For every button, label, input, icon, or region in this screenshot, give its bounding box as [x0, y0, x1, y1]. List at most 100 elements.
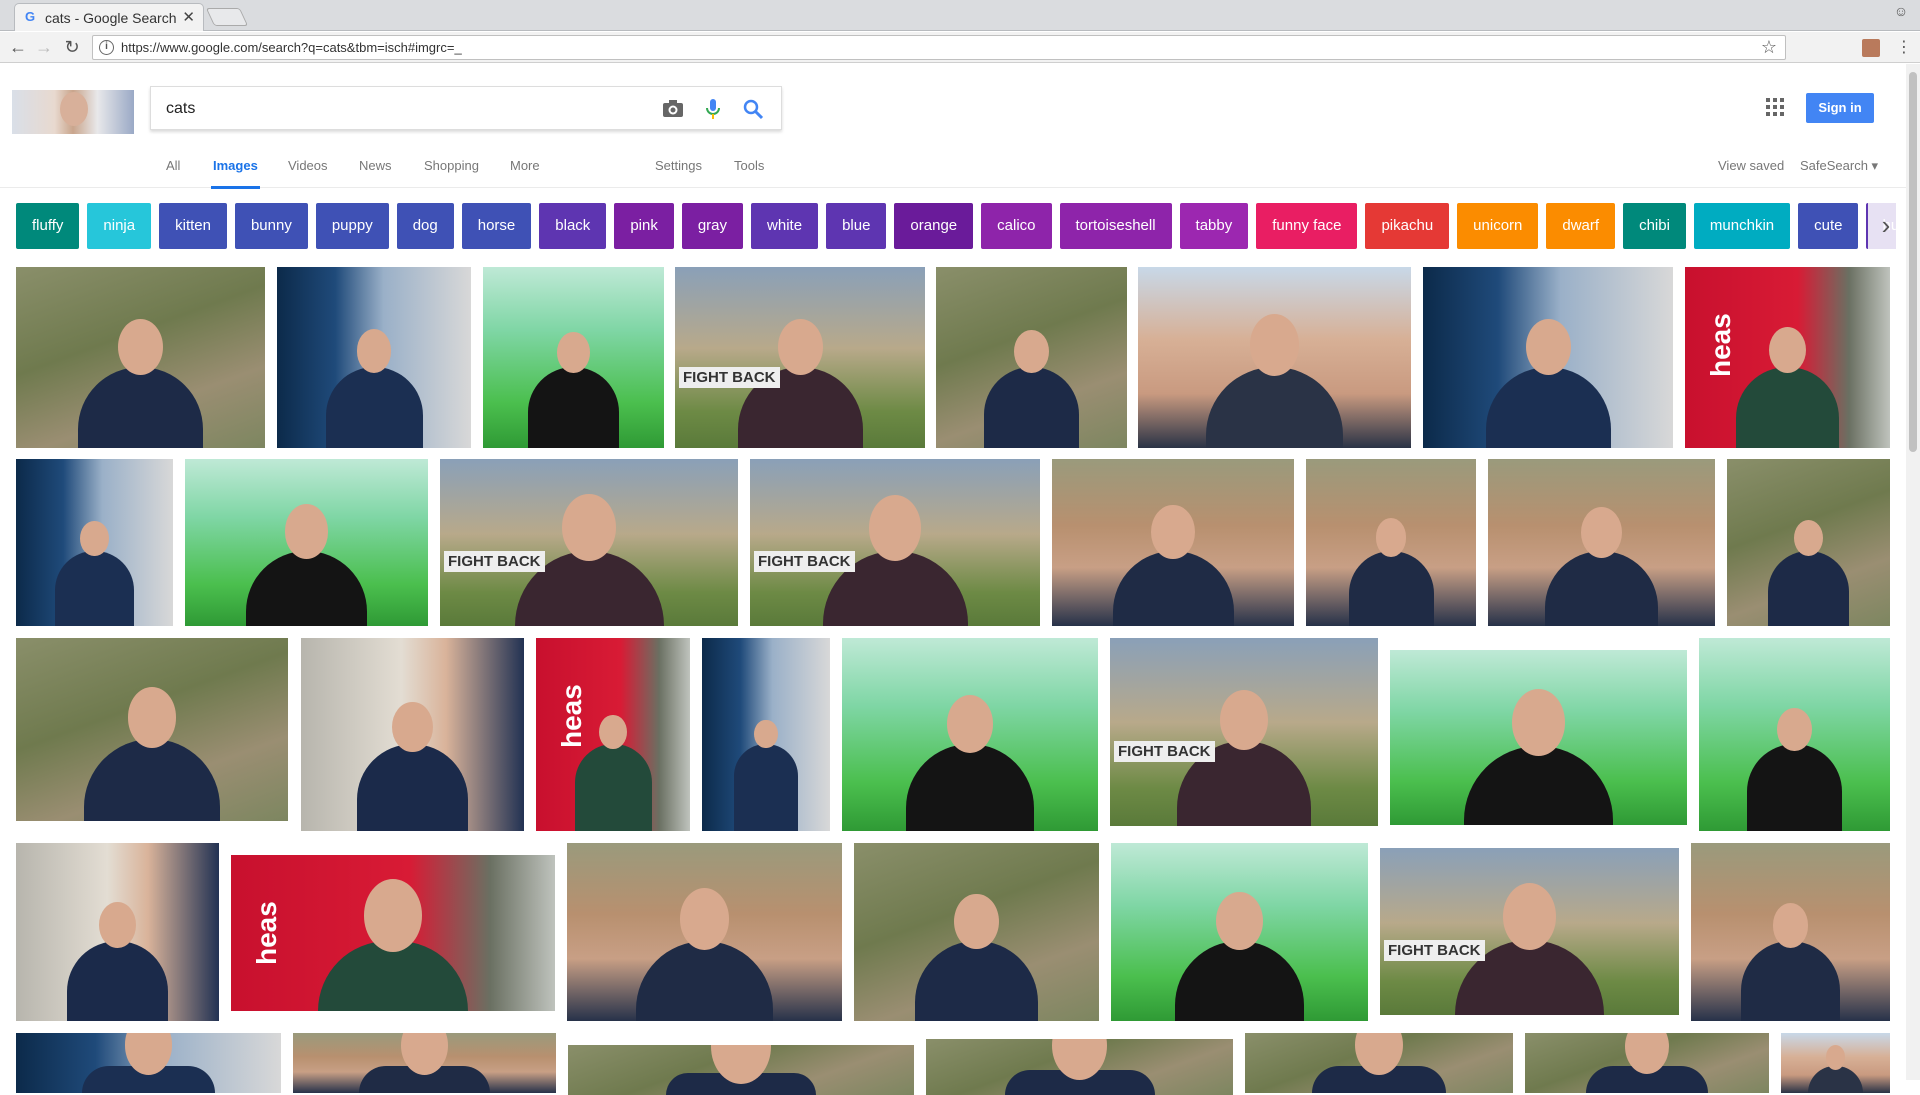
image-result-thumbnail[interactable]: [1306, 459, 1476, 626]
tab-tools[interactable]: Tools: [734, 158, 764, 173]
image-result-thumbnail[interactable]: [1525, 1033, 1769, 1093]
image-result-thumbnail[interactable]: [568, 1045, 914, 1095]
image-result-thumbnail[interactable]: [1691, 843, 1890, 1021]
tab-settings[interactable]: Settings: [655, 158, 702, 173]
image-result-thumbnail[interactable]: [16, 843, 219, 1021]
related-chip[interactable]: ninja: [87, 203, 151, 249]
image-result-thumbnail[interactable]: [1138, 267, 1411, 448]
related-chip[interactable]: black: [539, 203, 606, 249]
image-result-thumbnail[interactable]: [16, 638, 288, 821]
camera-icon[interactable]: [661, 97, 685, 121]
tab-images[interactable]: Images: [213, 158, 258, 173]
chevron-right-icon[interactable]: ›: [1868, 203, 1904, 249]
image-result-thumbnail[interactable]: [1699, 638, 1890, 831]
safesearch-dropdown[interactable]: SafeSearch ▾: [1800, 158, 1878, 174]
image-result-thumbnail[interactable]: [301, 638, 524, 831]
scrollbar-thumb[interactable]: [1909, 72, 1917, 452]
image-result-thumbnail[interactable]: [926, 1039, 1233, 1095]
related-chip[interactable]: dog: [397, 203, 454, 249]
search-input[interactable]: cats: [166, 100, 195, 118]
banner-text: FIGHT BACK: [679, 367, 780, 388]
related-chip[interactable]: kitten: [159, 203, 227, 249]
extension-avatar-icon[interactable]: [1862, 39, 1880, 57]
image-result-thumbnail[interactable]: [16, 267, 265, 448]
new-tab-button[interactable]: [206, 8, 248, 26]
image-result-thumbnail[interactable]: [483, 267, 664, 448]
tab-more[interactable]: More: [510, 158, 540, 173]
image-result-thumbnail[interactable]: [277, 267, 471, 448]
tab-news[interactable]: News: [359, 158, 392, 173]
image-result-thumbnail[interactable]: [1781, 1033, 1890, 1093]
image-result-thumbnail[interactable]: FIGHT BACK: [440, 459, 738, 626]
back-icon[interactable]: ←: [6, 36, 30, 58]
browser-tab-strip: G cats - Google Search ✕ ☺: [0, 0, 1920, 31]
image-result-thumbnail[interactable]: [1052, 459, 1294, 626]
related-chip[interactable]: chibi: [1623, 203, 1686, 249]
page-scrollbar[interactable]: [1906, 64, 1920, 1080]
view-saved-link[interactable]: View saved: [1718, 158, 1784, 173]
related-chip[interactable]: horse: [462, 203, 532, 249]
image-result-thumbnail[interactable]: [842, 638, 1098, 831]
image-result-thumbnail[interactable]: [1727, 459, 1890, 626]
image-result-thumbnail[interactable]: FIGHT BACK: [750, 459, 1040, 626]
image-result-thumbnail[interactable]: [854, 843, 1099, 1021]
related-chip[interactable]: cute: [1798, 203, 1858, 249]
related-chip[interactable]: tabby: [1180, 203, 1249, 249]
tab-shopping[interactable]: Shopping: [424, 158, 479, 173]
image-result-thumbnail[interactable]: [16, 459, 173, 626]
related-chip[interactable]: calico: [981, 203, 1051, 249]
related-chip[interactable]: blue: [826, 203, 886, 249]
browser-tab[interactable]: G cats - Google Search ✕: [14, 3, 204, 31]
figure-head: [869, 495, 921, 560]
image-result-thumbnail[interactable]: [185, 459, 428, 626]
image-result-thumbnail[interactable]: heas: [231, 855, 555, 1011]
related-chip[interactable]: pink: [614, 203, 674, 249]
related-chip[interactable]: fluffy: [16, 203, 79, 249]
search-box[interactable]: cats: [150, 86, 782, 130]
image-result-thumbnail[interactable]: [1423, 267, 1673, 448]
sign-in-button[interactable]: Sign in: [1806, 93, 1874, 123]
info-icon[interactable]: i: [99, 40, 114, 55]
bookmark-star-icon[interactable]: ☆: [1761, 37, 1777, 58]
image-result-thumbnail[interactable]: FIGHT BACK: [1380, 848, 1679, 1015]
tab-all[interactable]: All: [166, 158, 180, 173]
browser-menu-icon[interactable]: ⋮: [1896, 37, 1912, 57]
apps-grid-icon[interactable]: [1766, 98, 1784, 116]
address-bar[interactable]: i https://www.google.com/search?q=cats&t…: [92, 35, 1786, 60]
image-result-thumbnail[interactable]: [16, 1033, 281, 1093]
close-tab-icon[interactable]: ✕: [182, 8, 195, 26]
forward-icon[interactable]: →: [32, 36, 56, 58]
image-result-thumbnail[interactable]: FIGHT BACK: [1110, 638, 1378, 826]
related-chip[interactable]: munchkin: [1694, 203, 1790, 249]
image-result-thumbnail[interactable]: [1390, 650, 1687, 825]
image-result-thumbnail[interactable]: heas: [536, 638, 690, 831]
related-chip[interactable]: dwarf: [1546, 203, 1615, 249]
figure-body: [1113, 551, 1234, 626]
image-result-thumbnail[interactable]: heas: [1685, 267, 1890, 448]
image-result-thumbnail[interactable]: [293, 1033, 556, 1093]
image-result-thumbnail[interactable]: [702, 638, 830, 831]
related-chip[interactable]: orange: [894, 203, 973, 249]
related-chip[interactable]: tortoiseshell: [1060, 203, 1172, 249]
reload-icon[interactable]: ↻: [60, 36, 84, 58]
related-chip[interactable]: white: [751, 203, 818, 249]
figure-body: [1175, 941, 1304, 1021]
related-chip[interactable]: pikachu: [1365, 203, 1449, 249]
image-result-thumbnail[interactable]: [936, 267, 1127, 448]
related-chip[interactable]: unicorn: [1457, 203, 1538, 249]
related-chip[interactable]: puppy: [316, 203, 389, 249]
image-result-thumbnail[interactable]: [1488, 459, 1715, 626]
profile-icon[interactable]: ☺: [1890, 3, 1912, 23]
image-result-thumbnail[interactable]: [1111, 843, 1368, 1021]
microphone-icon[interactable]: [701, 97, 725, 121]
related-chip[interactable]: funny face: [1256, 203, 1357, 249]
search-icon[interactable]: [741, 97, 765, 121]
doodle-logo[interactable]: [12, 90, 134, 134]
image-result-thumbnail[interactable]: [567, 843, 842, 1021]
related-chip[interactable]: bunny: [235, 203, 308, 249]
figure-body: [1206, 367, 1343, 448]
related-chip[interactable]: gray: [682, 203, 743, 249]
image-result-thumbnail[interactable]: [1245, 1033, 1513, 1093]
image-result-thumbnail[interactable]: FIGHT BACK: [675, 267, 925, 448]
tab-videos[interactable]: Videos: [288, 158, 328, 173]
